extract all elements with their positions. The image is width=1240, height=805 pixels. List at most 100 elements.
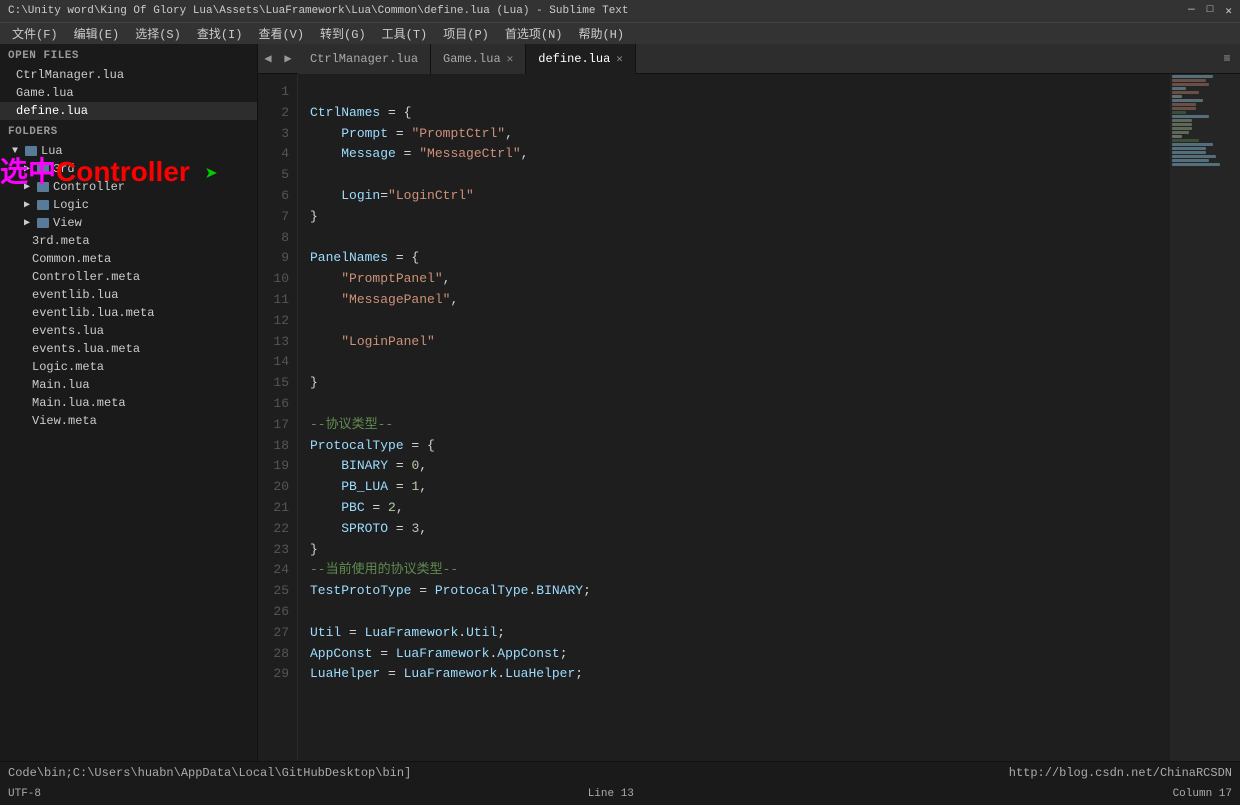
code-content[interactable]: CtrlNames = { Prompt = "PromptCtrl", Mes… — [298, 74, 1170, 761]
menu-item-帮助(H)[interactable]: 帮助(H) — [570, 25, 632, 42]
line-num-14: 14 — [258, 352, 289, 373]
file-3rd-meta[interactable]: 3rd.meta — [0, 232, 257, 250]
folder-controller-label: Controller — [53, 180, 125, 194]
menu-item-查找(I)[interactable]: 查找(I) — [189, 25, 251, 42]
file-eventlib-lua-label: eventlib.lua — [32, 288, 118, 302]
file-view-meta[interactable]: View.meta — [0, 412, 257, 430]
minimap-line — [1172, 95, 1182, 98]
file-eventlib-lua[interactable]: eventlib.lua — [0, 286, 257, 304]
line-num-4: 4 — [258, 144, 289, 165]
sidebar-file-ctrlmanager[interactable]: CtrlManager.lua — [0, 66, 257, 84]
line-num-16: 16 — [258, 394, 289, 415]
menu-bar: 文件(F)编辑(E)选择(S)查找(I)查看(V)转到(G)工具(T)项目(P)… — [0, 22, 1240, 44]
line-num-15: 15 — [258, 373, 289, 394]
file-common-meta-label: Common.meta — [32, 252, 111, 266]
line-num-10: 10 — [258, 269, 289, 290]
tab-define-close[interactable]: ✕ — [616, 52, 623, 66]
file-controller-meta-label: Controller.meta — [32, 270, 140, 284]
tab-ctrlmanager-label: CtrlManager.lua — [310, 52, 418, 66]
tabs-bar: ◀ ▶ CtrlManager.lua Game.lua ✕ define.lu… — [258, 44, 1240, 74]
line-num-20: 20 — [258, 477, 289, 498]
status-encoding: UTF-8 — [8, 788, 41, 800]
menu-item-查看(V)[interactable]: 查看(V) — [250, 25, 312, 42]
tab-game[interactable]: Game.lua ✕ — [431, 44, 526, 74]
line-num-25: 25 — [258, 581, 289, 602]
folder-icon-lua — [25, 146, 37, 156]
file-controller-meta[interactable]: Controller.meta — [0, 268, 257, 286]
tab-ctrlmanager[interactable]: CtrlManager.lua — [298, 44, 431, 74]
menu-item-文件(F)[interactable]: 文件(F) — [4, 25, 66, 42]
tab-define[interactable]: define.lua ✕ — [526, 44, 636, 74]
menu-item-项目(P)[interactable]: 项目(P) — [435, 25, 497, 42]
minimap-line — [1172, 115, 1209, 118]
file-main-lua-meta-label: Main.lua.meta — [32, 396, 126, 410]
line-num-17: 17 — [258, 415, 289, 436]
line-numbers: 1 2 3 4 5 6 7 8 9 10 11 12 13 14 15 16 1… — [258, 74, 298, 761]
minimap-line — [1172, 127, 1192, 130]
minimap-line — [1172, 87, 1186, 90]
tab-nav-prev[interactable]: ◀ — [258, 44, 278, 74]
folder-view[interactable]: ▶ View — [0, 214, 257, 232]
line-num-18: 18 — [258, 436, 289, 457]
folder-3rd-label: 3rd — [53, 162, 75, 176]
file-3rd-meta-label: 3rd.meta — [32, 234, 90, 248]
folder-logic[interactable]: ▶ Logic — [0, 196, 257, 214]
folder-icon-view — [37, 218, 49, 228]
folder-view-label: View — [53, 216, 82, 230]
line-num-8: 8 — [258, 228, 289, 249]
file-main-lua[interactable]: Main.lua — [0, 376, 257, 394]
code-editor: 1 2 3 4 5 6 7 8 9 10 11 12 13 14 15 16 1… — [258, 74, 1240, 761]
minimap-preview — [1170, 74, 1238, 761]
line-num-7: 7 — [258, 207, 289, 228]
file-logic-meta[interactable]: Logic.meta — [0, 358, 257, 376]
menu-item-工具(T)[interactable]: 工具(T) — [374, 25, 436, 42]
line-num-29: 29 — [258, 664, 289, 685]
minimap-line — [1172, 155, 1216, 158]
line-num-11: 11 — [258, 290, 289, 311]
menu-item-编辑(E)[interactable]: 编辑(E) — [66, 25, 128, 42]
folder-lua-label: Lua — [41, 144, 63, 158]
tab-nav-next[interactable]: ▶ — [278, 44, 298, 74]
file-events-lua[interactable]: events.lua — [0, 322, 257, 340]
sidebar-file-game[interactable]: Game.lua — [0, 84, 257, 102]
sidebar-file-define[interactable]: define.lua — [0, 102, 257, 120]
title-text: C:\Unity word\King Of Glory Lua\Assets\L… — [8, 5, 629, 17]
line-num-9: 9 — [258, 248, 289, 269]
tab-game-close[interactable]: ✕ — [507, 52, 514, 66]
command-bar-right: http://blog.csdn.net/ChinaRCSDN — [1009, 766, 1232, 780]
menu-item-首选项(N)[interactable]: 首选项(N) — [497, 25, 571, 42]
line-num-27: 27 — [258, 623, 289, 644]
folder-icon-controller — [37, 182, 49, 192]
folder-icon-3rd — [37, 164, 49, 174]
line-num-21: 21 — [258, 498, 289, 519]
file-common-meta[interactable]: Common.meta — [0, 250, 257, 268]
tabs-menu-btn[interactable]: ≡ — [1214, 44, 1240, 74]
file-events-lua-meta[interactable]: events.lua.meta — [0, 340, 257, 358]
open-files-label: OPEN FILES — [0, 44, 257, 66]
file-view-meta-label: View.meta — [32, 414, 97, 428]
minimap — [1170, 74, 1240, 761]
menu-item-转到(G)[interactable]: 转到(G) — [312, 25, 374, 42]
folder-controller[interactable]: ▶ Controller — [0, 178, 257, 196]
file-eventlib-lua-meta[interactable]: eventlib.lua.meta — [0, 304, 257, 322]
file-main-lua-label: Main.lua — [32, 378, 90, 392]
minimize-button[interactable]: — — [1188, 4, 1195, 18]
minimap-line — [1172, 135, 1182, 138]
line-num-22: 22 — [258, 519, 289, 540]
menu-item-选择(S)[interactable]: 选择(S) — [127, 25, 189, 42]
folder-lua[interactable]: ▼ Lua — [0, 142, 257, 160]
minimap-line — [1172, 151, 1206, 154]
editor-area: ◀ ▶ CtrlManager.lua Game.lua ✕ define.lu… — [258, 44, 1240, 761]
status-bar: UTF-8 Line 13 Column 17 — [0, 783, 1240, 805]
line-num-12: 12 — [258, 311, 289, 332]
minimap-line — [1172, 123, 1192, 126]
chevron-right-icon: ▶ — [20, 162, 34, 176]
folder-3rd[interactable]: ▶ 3rd — [0, 160, 257, 178]
folder-icon-logic — [37, 200, 49, 210]
line-num-6: 6 — [258, 186, 289, 207]
maximize-button[interactable]: □ — [1207, 4, 1214, 18]
close-button[interactable]: ✕ — [1225, 4, 1232, 18]
file-events-lua-label: events.lua — [32, 324, 104, 338]
minimap-line — [1172, 103, 1196, 106]
file-main-lua-meta[interactable]: Main.lua.meta — [0, 394, 257, 412]
